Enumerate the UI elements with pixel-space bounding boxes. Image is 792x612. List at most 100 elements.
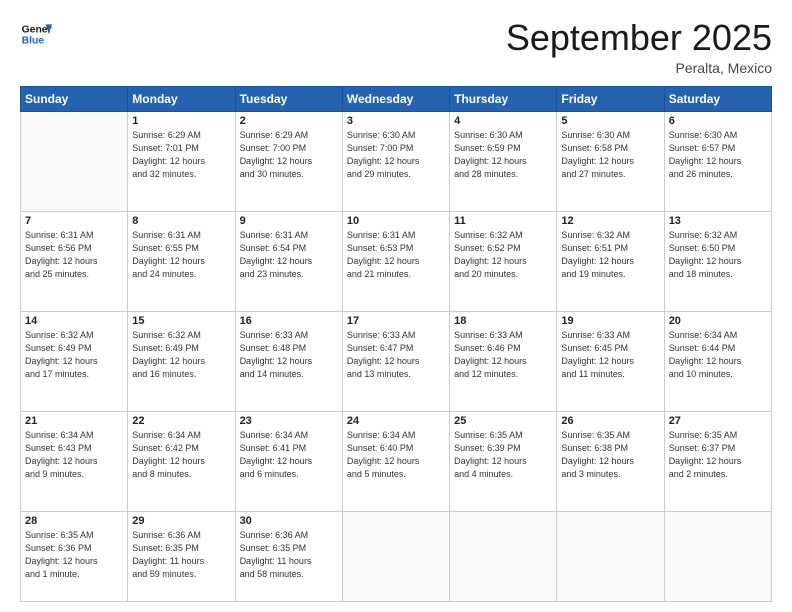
month-title: September 2025: [506, 18, 772, 58]
day-info: Sunrise: 6:36 AM Sunset: 6:35 PM Dayligh…: [240, 529, 338, 581]
day-cell: 2Sunrise: 6:29 AM Sunset: 7:00 PM Daylig…: [235, 111, 342, 211]
day-info: Sunrise: 6:29 AM Sunset: 7:00 PM Dayligh…: [240, 129, 338, 181]
day-number: 29: [132, 515, 230, 527]
week-row-0: 1Sunrise: 6:29 AM Sunset: 7:01 PM Daylig…: [21, 111, 772, 211]
day-info: Sunrise: 6:35 AM Sunset: 6:36 PM Dayligh…: [25, 529, 123, 581]
week-row-4: 28 Sunrise: 6:35 AM Sunset: 6:36 PM Dayli…: [21, 511, 772, 601]
day-number: 7: [25, 215, 123, 227]
day-number: 12: [561, 215, 659, 227]
day-info: Sunrise: 6:32 AM Sunset: 6:50 PM Dayligh…: [669, 229, 767, 281]
title-area: September 2025 Peralta, Mexico: [506, 18, 772, 76]
day-info: Sunrise: 6:34 AM Sunset: 6:44 PM Dayligh…: [669, 329, 767, 381]
svg-text:Blue: Blue: [22, 36, 45, 47]
day-cell: [21, 111, 128, 211]
day-number: 6: [669, 115, 767, 127]
day-number: 4: [454, 115, 552, 127]
day-number: 8: [132, 215, 230, 227]
day-info: Sunrise: 6:34 AM Sunset: 6:43 PM Dayligh…: [25, 429, 123, 481]
day-number: 17: [347, 315, 445, 327]
day-info: Sunrise: 6:30 AM Sunset: 6:59 PM Dayligh…: [454, 129, 552, 181]
day-cell: 3Sunrise: 6:30 AM Sunset: 7:00 PM Daylig…: [342, 111, 449, 211]
day-header-wednesday: Wednesday: [342, 86, 449, 111]
day-header-sunday: Sunday: [21, 86, 128, 111]
day-cell: 6 Sunrise: 6:30 AM Sunset: 6:57 PM Daylig…: [664, 111, 771, 211]
day-number: 10: [347, 215, 445, 227]
day-number: 28: [25, 515, 123, 527]
day-cell: 10 Sunrise: 6:31 AM Sunset: 6:53 PM Dayli…: [342, 211, 449, 311]
day-cell: 26 Sunrise: 6:35 AM Sunset: 6:38 PM Dayli…: [557, 411, 664, 511]
day-cell: 13 Sunrise: 6:32 AM Sunset: 6:50 PM Dayli…: [664, 211, 771, 311]
day-cell: 5 Sunrise: 6:30 AM Sunset: 6:58 PM Daylig…: [557, 111, 664, 211]
day-number: 21: [25, 415, 123, 427]
day-cell: 4 Sunrise: 6:30 AM Sunset: 6:59 PM Daylig…: [450, 111, 557, 211]
header: General Blue September 2025 Peralta, Mex…: [20, 18, 772, 76]
day-cell: 14 Sunrise: 6:32 AM Sunset: 6:49 PM Dayli…: [21, 311, 128, 411]
days-header-row: SundayMondayTuesdayWednesdayThursdayFrid…: [21, 86, 772, 111]
day-header-saturday: Saturday: [664, 86, 771, 111]
day-cell: 22 Sunrise: 6:34 AM Sunset: 6:42 PM Dayli…: [128, 411, 235, 511]
day-cell: 25Sunrise: 6:35 AM Sunset: 6:39 PM Dayli…: [450, 411, 557, 511]
day-number: 13: [669, 215, 767, 227]
day-cell: 18 Sunrise: 6:33 AM Sunset: 6:46 PM Dayli…: [450, 311, 557, 411]
day-cell: 29Sunrise: 6:36 AM Sunset: 6:35 PM Dayli…: [128, 511, 235, 601]
calendar-table: SundayMondayTuesdayWednesdayThursdayFrid…: [20, 86, 772, 602]
day-info: Sunrise: 6:33 AM Sunset: 6:45 PM Dayligh…: [561, 329, 659, 381]
day-info: Sunrise: 6:30 AM Sunset: 6:57 PM Dayligh…: [669, 129, 767, 181]
day-info: Sunrise: 6:35 AM Sunset: 6:38 PM Dayligh…: [561, 429, 659, 481]
day-info: Sunrise: 6:34 AM Sunset: 6:41 PM Dayligh…: [240, 429, 338, 481]
day-number: 15: [132, 315, 230, 327]
day-info: Sunrise: 6:31 AM Sunset: 6:55 PM Dayligh…: [132, 229, 230, 281]
day-info: Sunrise: 6:32 AM Sunset: 6:49 PM Dayligh…: [132, 329, 230, 381]
week-row-3: 21 Sunrise: 6:34 AM Sunset: 6:43 PM Dayli…: [21, 411, 772, 511]
day-cell: 24Sunrise: 6:34 AM Sunset: 6:40 PM Dayli…: [342, 411, 449, 511]
day-cell: 28 Sunrise: 6:35 AM Sunset: 6:36 PM Dayli…: [21, 511, 128, 601]
location: Peralta, Mexico: [506, 60, 772, 76]
day-cell: 1Sunrise: 6:29 AM Sunset: 7:01 PM Daylig…: [128, 111, 235, 211]
day-info: Sunrise: 6:32 AM Sunset: 6:51 PM Dayligh…: [561, 229, 659, 281]
logo-icon: General Blue: [20, 18, 52, 50]
day-number: 5: [561, 115, 659, 127]
day-info: Sunrise: 6:30 AM Sunset: 6:58 PM Dayligh…: [561, 129, 659, 181]
day-number: 11: [454, 215, 552, 227]
day-info: Sunrise: 6:33 AM Sunset: 6:48 PM Dayligh…: [240, 329, 338, 381]
day-cell: 11 Sunrise: 6:32 AM Sunset: 6:52 PM Dayli…: [450, 211, 557, 311]
day-info: Sunrise: 6:32 AM Sunset: 6:49 PM Dayligh…: [25, 329, 123, 381]
day-cell: 15 Sunrise: 6:32 AM Sunset: 6:49 PM Dayli…: [128, 311, 235, 411]
day-cell: 20 Sunrise: 6:34 AM Sunset: 6:44 PM Dayli…: [664, 311, 771, 411]
day-cell: 16 Sunrise: 6:33 AM Sunset: 6:48 PM Dayli…: [235, 311, 342, 411]
day-info: Sunrise: 6:33 AM Sunset: 6:46 PM Dayligh…: [454, 329, 552, 381]
day-header-friday: Friday: [557, 86, 664, 111]
day-cell: 23 Sunrise: 6:34 AM Sunset: 6:41 PM Dayli…: [235, 411, 342, 511]
day-cell: 9Sunrise: 6:31 AM Sunset: 6:54 PM Daylig…: [235, 211, 342, 311]
day-info: Sunrise: 6:33 AM Sunset: 6:47 PM Dayligh…: [347, 329, 445, 381]
day-cell: [557, 511, 664, 601]
day-number: 24: [347, 415, 445, 427]
week-row-2: 14 Sunrise: 6:32 AM Sunset: 6:49 PM Dayli…: [21, 311, 772, 411]
day-number: 18: [454, 315, 552, 327]
day-info: Sunrise: 6:31 AM Sunset: 6:54 PM Dayligh…: [240, 229, 338, 281]
day-number: 26: [561, 415, 659, 427]
day-cell: 30 Sunrise: 6:36 AM Sunset: 6:35 PM Dayli…: [235, 511, 342, 601]
day-header-tuesday: Tuesday: [235, 86, 342, 111]
day-header-thursday: Thursday: [450, 86, 557, 111]
day-number: 27: [669, 415, 767, 427]
day-number: 23: [240, 415, 338, 427]
day-header-monday: Monday: [128, 86, 235, 111]
day-cell: 19 Sunrise: 6:33 AM Sunset: 6:45 PM Dayli…: [557, 311, 664, 411]
day-number: 20: [669, 315, 767, 327]
day-cell: [450, 511, 557, 601]
day-number: 19: [561, 315, 659, 327]
day-number: 14: [25, 315, 123, 327]
day-number: 16: [240, 315, 338, 327]
day-number: 22: [132, 415, 230, 427]
day-info: Sunrise: 6:32 AM Sunset: 6:52 PM Dayligh…: [454, 229, 552, 281]
day-cell: [664, 511, 771, 601]
day-info: Sunrise: 6:35 AM Sunset: 6:39 PM Dayligh…: [454, 429, 552, 481]
day-number: 30: [240, 515, 338, 527]
day-info: Sunrise: 6:31 AM Sunset: 6:53 PM Dayligh…: [347, 229, 445, 281]
week-row-1: 7Sunrise: 6:31 AM Sunset: 6:56 PM Daylig…: [21, 211, 772, 311]
day-cell: 7Sunrise: 6:31 AM Sunset: 6:56 PM Daylig…: [21, 211, 128, 311]
day-info: Sunrise: 6:34 AM Sunset: 6:42 PM Dayligh…: [132, 429, 230, 481]
page: General Blue September 2025 Peralta, Mex…: [0, 0, 792, 612]
day-number: 3: [347, 115, 445, 127]
